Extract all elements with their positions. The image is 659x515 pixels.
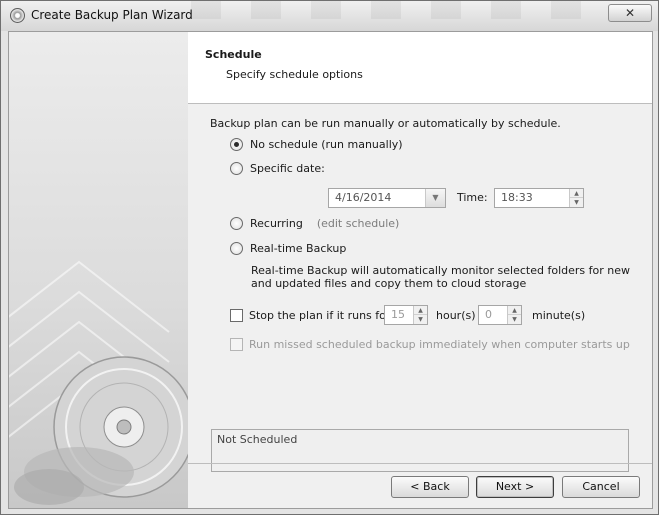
dialog-client-area: Schedule Specify schedule options Backup… [8,31,653,509]
back-button[interactable]: < Back [391,476,469,498]
time-field[interactable]: 18:33 ▲ ▼ [494,188,584,208]
intro-text: Backup plan can be run manually or autom… [210,117,561,130]
radio-label: Real-time Backup [250,241,347,255]
minutes-value: 0 [485,308,492,321]
minutes-spinner[interactable]: ▲ ▼ [507,306,521,324]
footer-divider [188,463,652,464]
title-bar-decoration [191,1,611,19]
radio-indicator[interactable] [230,137,243,151]
run-missed-label: Run missed scheduled backup immediately … [249,338,630,351]
realtime-description-line1: Real-time Backup will automatically moni… [251,264,630,277]
hours-spinner[interactable]: ▲ ▼ [413,306,427,324]
close-button[interactable]: ✕ [608,4,652,22]
hours-label: hour(s) [436,309,476,322]
radio-specific-date[interactable]: Specific date: [230,159,325,177]
status-text: Not Scheduled [217,433,298,446]
time-spinner[interactable]: ▲ ▼ [569,189,583,207]
spin-down-icon[interactable]: ▼ [570,198,583,207]
schedule-status-box: Not Scheduled [211,429,629,472]
radio-indicator[interactable] [230,161,243,175]
time-value: 18:33 [501,191,533,204]
next-button[interactable]: Next > [476,476,554,498]
realtime-description-line2: and updated files and copy them to cloud… [251,277,527,290]
radio-no-schedule[interactable]: No schedule (run manually) [230,135,403,153]
spin-down-icon[interactable]: ▼ [414,315,427,324]
spin-up-icon[interactable]: ▲ [414,306,427,315]
minutes-field[interactable]: 0 ▲ ▼ [478,305,522,325]
cd-disc-icon [9,260,188,505]
radio-indicator[interactable] [230,216,243,230]
spin-up-icon[interactable]: ▲ [508,306,521,315]
page-subtitle: Specify schedule options [226,68,363,81]
edit-schedule-link[interactable]: (edit schedule) [317,217,400,230]
backup-disc-icon [10,8,25,23]
stop-plan-checkbox[interactable] [230,309,243,322]
minutes-label: minute(s) [532,309,586,322]
time-label: Time: [457,191,488,204]
hours-value: 15 [391,308,405,321]
page-title: Schedule [205,48,262,61]
radio-recurring[interactable]: Recurring (edit schedule) [230,214,399,232]
date-value: 4/16/2014 [335,191,392,204]
cancel-button[interactable]: Cancel [562,476,640,498]
window-title: Create Backup Plan Wizard [31,8,193,22]
radio-label: No schedule (run manually) [250,137,403,151]
schedule-options-panel: Backup plan can be run manually or autom… [188,105,652,472]
wizard-header: Schedule Specify schedule options [188,32,652,104]
radio-indicator[interactable] [230,241,243,255]
side-art-panel [9,32,188,508]
spin-up-icon[interactable]: ▲ [570,189,583,198]
radio-label: Specific date: [250,161,325,175]
hours-field[interactable]: 15 ▲ ▼ [384,305,428,325]
title-bar[interactable]: Create Backup Plan Wizard ✕ [1,1,658,31]
wizard-window: Create Backup Plan Wizard ✕ Schedule Spe… [0,0,659,515]
stop-plan-label: Stop the plan if it runs for: [249,309,394,322]
radio-realtime[interactable]: Real-time Backup [230,239,346,257]
date-picker[interactable]: 4/16/2014 ▼ [328,188,446,208]
calendar-dropdown-icon[interactable]: ▼ [425,189,445,207]
radio-label: Recurring [250,216,303,230]
run-missed-checkbox[interactable] [230,338,243,351]
spin-down-icon[interactable]: ▼ [508,315,521,324]
